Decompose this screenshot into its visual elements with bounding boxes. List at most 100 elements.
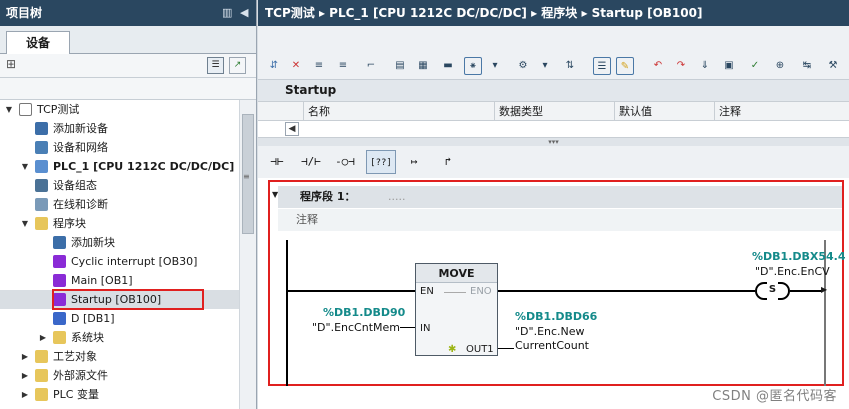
favorites-icon[interactable]: ⚙ <box>514 57 532 75</box>
project-tree-tabs: 设备 <box>0 26 256 55</box>
empty-box-button[interactable]: [??] <box>366 150 396 174</box>
close-branch-button[interactable]: ↱ <box>433 150 463 174</box>
layout-table-icon[interactable]: ▦ <box>414 57 432 75</box>
network-view-icon[interactable]: ⊞ <box>6 57 16 71</box>
tree-item[interactable]: D [DB1] <box>0 309 239 328</box>
tree-item-label: 程序块 <box>53 217 86 230</box>
expanded-arrow-icon[interactable]: ▼ <box>4 100 14 119</box>
insert-row-icon[interactable]: ≡ <box>310 57 328 75</box>
tab-devices[interactable]: 设备 <box>6 31 70 55</box>
tree-item[interactable]: Cyclic interrupt [OB30] <box>0 252 239 271</box>
wire-icon[interactable]: ⌐ <box>362 57 380 75</box>
download-icon[interactable]: ⇓ <box>696 57 714 75</box>
editor-breadcrumb: TCP测试 ▸ PLC_1 [CPU 1212C DC/DC/DC] ▸ 程序块… <box>258 0 849 26</box>
network-comment[interactable]: 注释 <box>278 209 842 231</box>
monitor-icon[interactable]: ⊕ <box>771 57 789 75</box>
expanded-arrow-icon[interactable]: ▼ <box>20 157 30 176</box>
tree-item-label: 添加新设备 <box>53 122 108 135</box>
nc-contact-button[interactable]: ⊣/⊢ <box>296 150 326 174</box>
column-name[interactable]: 名称 <box>303 102 494 121</box>
highlight-icon[interactable]: ✎ <box>616 57 634 75</box>
folder-icon <box>35 217 48 230</box>
detail-view-icon[interactable]: ☰ <box>207 57 224 74</box>
collapsed-arrow-icon[interactable]: ▶ <box>38 328 48 347</box>
left-power-rail <box>286 240 288 386</box>
tree-item[interactable]: ▶ 工艺对象 <box>0 347 239 366</box>
collapsed-arrow-icon[interactable]: ▶ <box>20 366 30 385</box>
project-tree-title-bar: 项目树 ▥ ◀ <box>0 0 256 26</box>
plc-icon <box>35 160 48 173</box>
tree-item-label: Cyclic interrupt [OB30] <box>71 255 198 268</box>
tree-item[interactable]: 设备和网络 <box>0 138 239 157</box>
tree-item[interactable]: 在线和诊断 <box>0 195 239 214</box>
collapse-pane-icon[interactable]: ◀ <box>240 0 248 26</box>
tree-item[interactable]: ▼ PLC_1 [CPU 1212C DC/DC/DC] <box>0 157 239 176</box>
delete-network-icon[interactable]: ✕ <box>287 57 305 75</box>
snapshot-icon[interactable]: ▣ <box>720 57 738 75</box>
coil-button[interactable]: -○⊣ <box>330 150 360 174</box>
network-title-placeholder[interactable]: ..... <box>388 186 405 208</box>
move-instruction-box[interactable]: MOVE EN ENO IN ✱ OUT1 <box>415 263 498 356</box>
scroll-left-button[interactable]: ◀ <box>285 122 299 136</box>
layout-list-icon[interactable]: ▤ <box>391 57 409 75</box>
pin-eno: ENO <box>470 286 492 297</box>
wire-end-arrow-icon: ▶ <box>821 285 828 294</box>
tree-item[interactable]: 添加新设备 <box>0 119 239 138</box>
comment-icon[interactable]: ⁕ <box>464 57 482 75</box>
out-operand-symbol-line1[interactable]: "D".Enc.New <box>515 325 585 338</box>
network-header[interactable]: ▼ 程序段 1： ..... <box>272 186 842 208</box>
compile-icon[interactable]: ✓ <box>746 57 764 75</box>
pin-in: IN <box>420 323 431 334</box>
column-data-type[interactable]: 数据类型 <box>494 102 614 121</box>
call-icon[interactable]: ▾ <box>536 57 554 75</box>
set-coil[interactable]: S <box>755 282 790 300</box>
go-to-icon[interactable]: ▾ <box>486 57 504 75</box>
network-comment-icon[interactable]: ☰ <box>593 57 611 75</box>
diagnostics-icon <box>35 198 48 211</box>
out-operand-address[interactable]: %DB1.DBD66 <box>515 310 597 323</box>
monitor-list-icon[interactable]: ⇅ <box>561 57 579 75</box>
in-operand-address[interactable]: %DB1.DBD90 <box>323 306 405 319</box>
folder-icon <box>35 350 48 363</box>
tree-item[interactable]: 设备组态 <box>0 176 239 195</box>
no-contact-button[interactable]: ⊣⊢ <box>262 150 292 174</box>
open-branch-button[interactable]: ↦ <box>399 150 429 174</box>
expanded-arrow-icon[interactable]: ▼ <box>20 214 30 233</box>
coil-symbol[interactable]: "D".Enc.EnCV <box>755 265 830 278</box>
column-comment[interactable]: 注释 <box>714 102 849 121</box>
out-operand-symbol-line2[interactable]: CurrentCount <box>515 339 589 352</box>
eno-dash <box>444 292 466 293</box>
add-row-icon[interactable]: ≡ <box>334 57 352 75</box>
column-default-value[interactable]: 默认值 <box>614 102 714 121</box>
coil-address[interactable]: %DB1.DBX54.4 <box>752 250 846 263</box>
tree-item-label: 工艺对象 <box>53 350 97 363</box>
collapsed-arrow-icon[interactable]: ▶ <box>20 385 30 404</box>
tree-item[interactable]: ▼ TCP测试 <box>0 100 239 119</box>
tree-item[interactable]: ▶ PLC 变量 <box>0 385 239 404</box>
in-operand-symbol[interactable]: "D".EncCntMem <box>312 321 400 334</box>
tree-item-label: 在线和诊断 <box>53 198 108 211</box>
tree-item-label: 添加新块 <box>71 236 115 249</box>
redo-icon[interactable]: ↷ <box>672 57 690 75</box>
tree-item[interactable]: 添加新块 <box>0 233 239 252</box>
set-coil-label: S <box>768 284 777 295</box>
insert-network-icon[interactable]: ⇵ <box>265 57 283 75</box>
editor-splitter[interactable]: ▾▾▾ <box>258 138 849 146</box>
breakpoint-icon[interactable]: ↹ <box>798 57 816 75</box>
collapsed-arrow-icon[interactable]: ▶ <box>20 347 30 366</box>
scrollbar-grip-icon: ≡ <box>243 172 250 181</box>
export-icon[interactable]: ↗ <box>229 57 246 74</box>
collapse-network-icon[interactable]: ▼ <box>272 190 278 199</box>
tree-item[interactable]: ▶ 系统块 <box>0 328 239 347</box>
db-block-icon <box>53 312 66 325</box>
undo-icon[interactable]: ↶ <box>649 57 667 75</box>
absolute-address-icon[interactable]: ▬ <box>439 57 457 75</box>
tree-item[interactable]: ▶ 外部源文件 <box>0 366 239 385</box>
settings-icon[interactable]: ⚒ <box>824 57 842 75</box>
tree-item[interactable]: Main [OB1] <box>0 271 239 290</box>
tree-item-label: PLC_1 [CPU 1212C DC/DC/DC] <box>53 160 235 173</box>
tree-scrollbar[interactable]: ≡ <box>239 100 256 409</box>
tree-item[interactable]: ▼ 程序块 <box>0 214 239 233</box>
pane-layout-icon[interactable]: ▥ <box>222 0 232 26</box>
new-pin-icon[interactable]: ✱ <box>448 344 456 355</box>
